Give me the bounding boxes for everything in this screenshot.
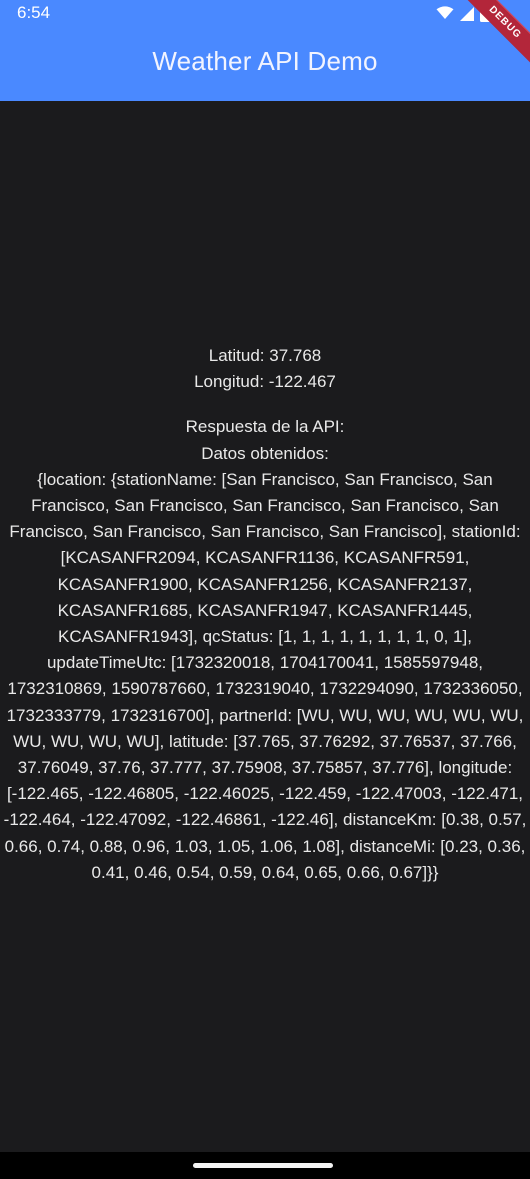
wifi-icon (436, 6, 454, 20)
app-title: Weather API Demo (152, 46, 378, 76)
home-indicator[interactable] (193, 1163, 333, 1168)
system-nav-bar (0, 1152, 530, 1179)
latitude-text: Latitud: 37.768 (208, 346, 322, 365)
data-heading: Datos obtenidos: (201, 443, 329, 463)
app-bar: 6:54 Weather API Demo DEBUG (0, 0, 530, 101)
api-response-text: {location: {stationName: [San Francisco,… (3, 469, 527, 882)
response-heading: Respuesta de la API: (185, 417, 345, 437)
weather-info: Latitud: 37.768 Longitud: -122.467 Respu… (0, 343, 530, 886)
signal-icon (459, 6, 475, 21)
longitude-text: Longitud: -122.467 (194, 372, 336, 392)
status-bar: 6:54 (0, 0, 530, 26)
status-time: 6:54 (17, 3, 51, 22)
